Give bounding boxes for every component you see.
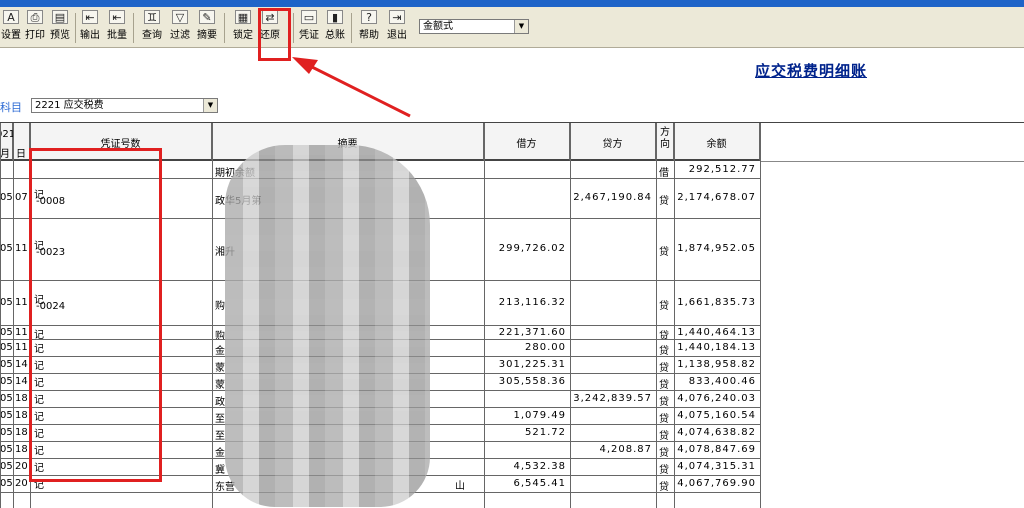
- annotation-arrow: [292, 57, 411, 118]
